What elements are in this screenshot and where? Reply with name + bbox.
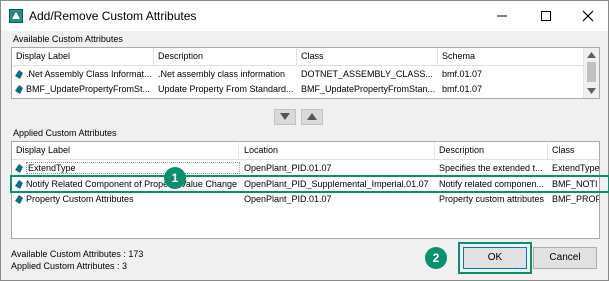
window-title: Add/Remove Custom Attributes: [29, 9, 197, 23]
table-row[interactable]: BMF_UpdatePropertyFromSt... Update Prope…: [12, 82, 584, 96]
callout-2-badge: 2: [425, 247, 447, 269]
applied-col-location[interactable]: Location: [244, 145, 278, 155]
applied-col-class[interactable]: Class: [552, 145, 575, 155]
attribute-icon: [15, 164, 23, 173]
title-bar: Add/Remove Custom Attributes: [1, 1, 608, 31]
available-attributes-table[interactable]: Display Label Description Class Schema .…: [11, 47, 600, 99]
scroll-down-icon[interactable]: [587, 88, 596, 94]
available-col-schema[interactable]: Schema: [442, 51, 475, 61]
applied-col-description[interactable]: Description: [439, 145, 484, 155]
available-col-description[interactable]: Description: [158, 51, 203, 61]
scroll-thumb[interactable]: [587, 62, 596, 82]
remove-attribute-button[interactable]: [301, 109, 323, 125]
applied-col-display-label[interactable]: Display Label: [16, 145, 70, 155]
available-count-label: Available Custom Attributes : 173: [11, 249, 144, 259]
add-attribute-button[interactable]: [274, 109, 296, 125]
triangle-down-icon: [280, 113, 290, 120]
attribute-icon: [15, 85, 23, 94]
add-remove-custom-attributes-dialog: Add/Remove Custom Attributes Available C…: [0, 0, 609, 281]
minimize-icon[interactable]: [493, 7, 511, 25]
table-row[interactable]: ExtendType OpenPlant_PID.01.07 Specifies…: [12, 161, 599, 175]
available-group-label: Available Custom Attributes: [13, 34, 123, 44]
cancel-button[interactable]: Cancel: [533, 247, 597, 269]
available-col-display-label[interactable]: Display Label: [16, 51, 70, 61]
applied-count-label: Applied Custom Attributes : 3: [11, 261, 128, 271]
triangle-up-icon: [307, 113, 317, 120]
ok-button[interactable]: OK: [463, 247, 527, 269]
callout-1-badge: 1: [164, 167, 186, 189]
available-col-class[interactable]: Class: [301, 51, 324, 61]
applied-group-label: Applied Custom Attributes: [13, 128, 117, 138]
table-row[interactable]: .Net Assembly Class Informat... .Net ass…: [12, 67, 584, 81]
table-row[interactable]: Property Custom Attributes OpenPlant_PID…: [12, 192, 599, 206]
applied-table-header: Display Label Location Description Class: [12, 142, 599, 160]
attribute-icon: [15, 70, 23, 79]
scroll-up-icon[interactable]: [587, 52, 596, 58]
app-icon: [9, 9, 23, 23]
maximize-icon[interactable]: [537, 7, 555, 25]
attribute-icon: [15, 195, 23, 204]
available-table-header: Display Label Description Class Schema: [12, 48, 584, 66]
callout-1-highlight: [10, 175, 609, 193]
close-icon[interactable]: [579, 7, 597, 25]
available-scrollbar[interactable]: [583, 48, 599, 98]
